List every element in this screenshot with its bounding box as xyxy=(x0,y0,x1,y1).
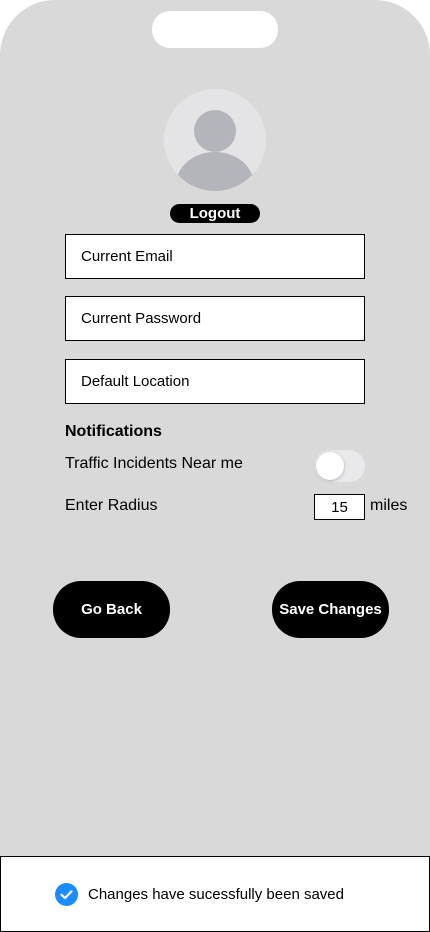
save-changes-button[interactable]: Save Changes xyxy=(272,581,389,638)
radius-unit: miles xyxy=(370,497,408,514)
user-avatar-icon xyxy=(176,110,254,191)
logout-button[interactable]: Logout xyxy=(170,204,260,223)
radius-input[interactable] xyxy=(314,494,365,520)
phone-screen: Logout Notifications Traffic Incidents N… xyxy=(0,0,430,932)
current-password-field[interactable] xyxy=(65,296,365,341)
notifications-heading: Notifications xyxy=(65,423,162,440)
traffic-incidents-toggle[interactable] xyxy=(314,450,365,482)
radius-label: Enter Radius xyxy=(65,497,158,514)
go-back-button[interactable]: Go Back xyxy=(53,581,170,638)
check-circle-icon xyxy=(55,883,78,906)
success-toast: Changes have sucessfully been saved xyxy=(0,856,430,932)
default-location-field[interactable] xyxy=(65,359,365,404)
traffic-incidents-label: Traffic Incidents Near me xyxy=(65,455,243,472)
avatar[interactable] xyxy=(164,89,266,191)
toast-message: Changes have sucessfully been saved xyxy=(88,886,344,903)
current-email-field[interactable] xyxy=(65,234,365,279)
dynamic-island xyxy=(152,11,278,48)
toggle-knob xyxy=(316,452,344,480)
